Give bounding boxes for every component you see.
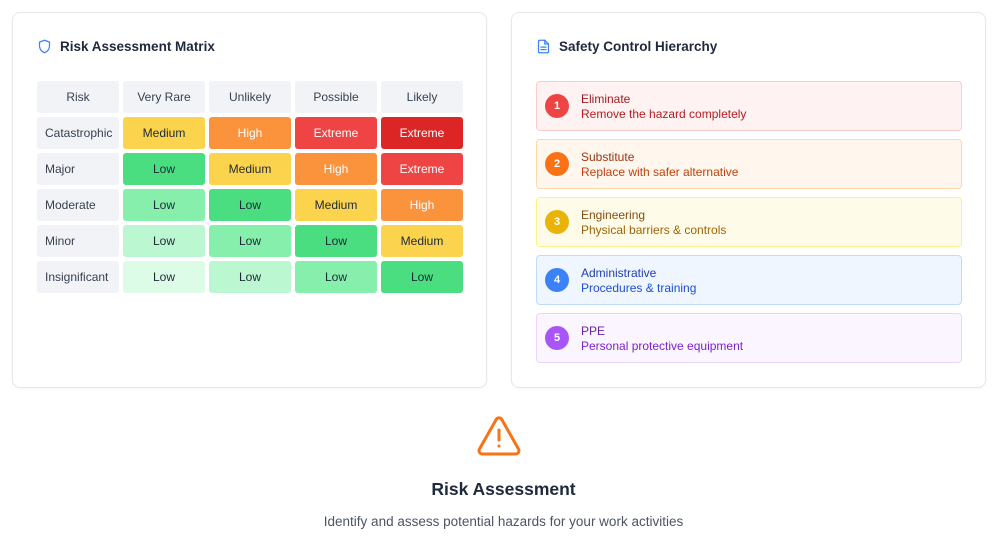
matrix-cell[interactable]: Low: [295, 225, 377, 257]
hierarchy-item-desc: Physical barriers & controls: [581, 222, 727, 237]
matrix-header-risk: Risk: [37, 81, 119, 113]
hierarchy-item-name: Substitute: [581, 149, 635, 164]
matrix-cell[interactable]: Low: [209, 261, 291, 293]
matrix-cell[interactable]: Medium: [123, 117, 205, 149]
hierarchy-item-name: PPE: [581, 323, 606, 338]
matrix-header-unlikely: Unlikely: [209, 81, 291, 113]
control-hierarchy-card: Safety Control Hierarchy 1 Eliminate Rem…: [511, 12, 986, 388]
matrix-cell[interactable]: Low: [209, 225, 291, 257]
page-subtitle: Identify and assess potential hazards fo…: [323, 514, 684, 529]
warning-triangle-icon: [476, 414, 522, 463]
hierarchy-item-ppe[interactable]: 5 PPE Personal protective equipment: [536, 313, 962, 363]
hierarchy-item-desc: Personal protective equipment: [581, 338, 744, 353]
step-number-badge: 1: [545, 94, 569, 118]
control-hierarchy-title: Safety Control Hierarchy: [536, 39, 717, 54]
hierarchy-item-administrative[interactable]: 4 Administrative Procedures & training: [536, 255, 962, 305]
matrix-header-possible: Possible: [295, 81, 377, 113]
risk-matrix-card: Risk Assessment Matrix Risk Very Rare Un…: [12, 12, 487, 388]
hierarchy-item-name: Administrative: [581, 265, 657, 280]
step-number-badge: 5: [545, 326, 569, 350]
hierarchy-item-substitute[interactable]: 2 Substitute Replace with safer alternat…: [536, 139, 962, 189]
matrix-row-label: Insignificant: [37, 261, 119, 293]
matrix-cell[interactable]: High: [209, 117, 291, 149]
matrix-cell[interactable]: Extreme: [381, 117, 463, 149]
matrix-header-likely: Likely: [381, 81, 463, 113]
risk-matrix-title: Risk Assessment Matrix: [37, 39, 215, 54]
step-number-badge: 4: [545, 268, 569, 292]
risk-matrix-grid: Risk Very Rare Unlikely Possible Likely …: [37, 81, 463, 293]
hierarchy-item-name: Eliminate: [581, 91, 631, 106]
hierarchy-item-eliminate[interactable]: 1 Eliminate Remove the hazard completely: [536, 81, 962, 131]
step-number-badge: 3: [545, 210, 569, 234]
control-hierarchy-title-text: Safety Control Hierarchy: [559, 39, 718, 54]
shield-icon: [37, 39, 52, 54]
matrix-cell[interactable]: Extreme: [295, 117, 377, 149]
matrix-cell[interactable]: Medium: [209, 153, 291, 185]
matrix-cell[interactable]: Medium: [295, 189, 377, 221]
hierarchy-item-desc: Replace with safer alternative: [581, 164, 739, 179]
hierarchy-item-desc: Remove the hazard completely: [581, 106, 747, 121]
document-icon: [536, 39, 551, 54]
matrix-cell[interactable]: High: [381, 189, 463, 221]
hierarchy-item-name: Engineering: [581, 207, 646, 222]
matrix-row-label: Moderate: [37, 189, 119, 221]
matrix-cell[interactable]: Medium: [381, 225, 463, 257]
matrix-cell[interactable]: High: [295, 153, 377, 185]
matrix-cell[interactable]: Low: [381, 261, 463, 293]
matrix-cell[interactable]: Low: [123, 261, 205, 293]
control-hierarchy-list: 1 Eliminate Remove the hazard completely…: [536, 81, 962, 363]
matrix-row-label: Minor: [37, 225, 119, 257]
matrix-cell[interactable]: Low: [123, 189, 205, 221]
hierarchy-item-desc: Procedures & training: [581, 280, 697, 295]
matrix-cell[interactable]: Low: [123, 153, 205, 185]
step-number-badge: 2: [545, 152, 569, 176]
matrix-cell[interactable]: Low: [209, 189, 291, 221]
matrix-row-label: Major: [37, 153, 119, 185]
matrix-row-label: Catastrophic: [37, 117, 119, 149]
risk-matrix-title-text: Risk Assessment Matrix: [60, 39, 215, 54]
hierarchy-item-engineering[interactable]: 3 Engineering Physical barriers & contro…: [536, 197, 962, 247]
matrix-header-very-rare: Very Rare: [123, 81, 205, 113]
matrix-cell[interactable]: Low: [295, 261, 377, 293]
matrix-cell[interactable]: Extreme: [381, 153, 463, 185]
matrix-cell[interactable]: Low: [123, 225, 205, 257]
page-title: Risk Assessment: [431, 479, 576, 499]
